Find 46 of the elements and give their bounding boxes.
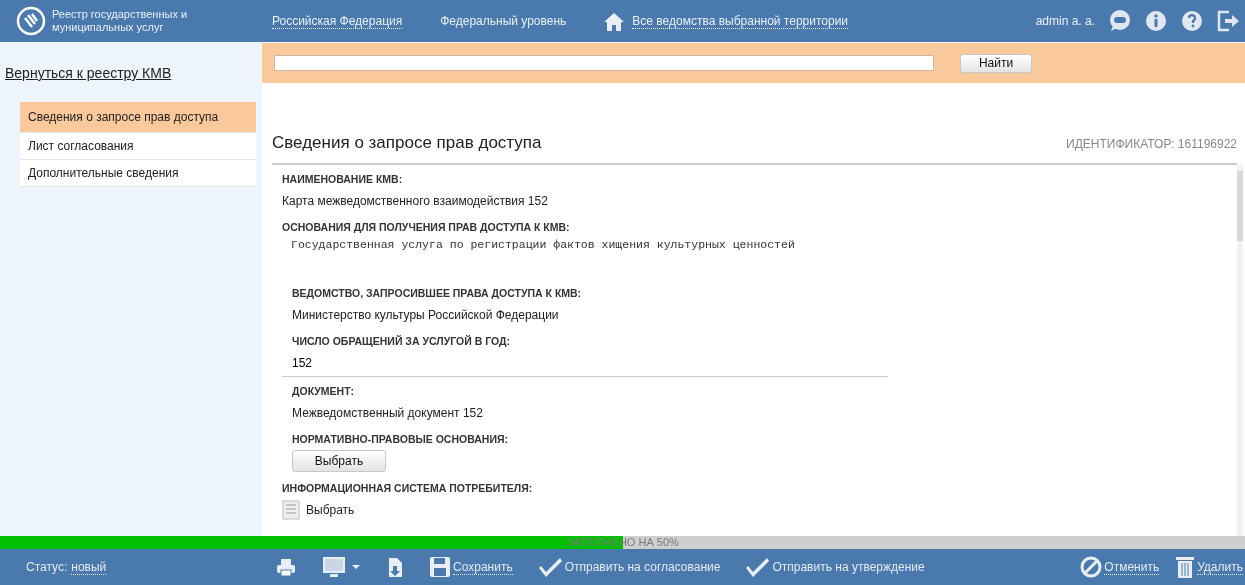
help-icon[interactable] [1181,10,1203,32]
field-label: ЧИСЛО ОБРАЩЕНИЙ ЗА УСЛУГОЙ В ГОД: [292,335,511,347]
cancel-icon [1080,556,1103,578]
checkmark-icon [746,556,771,578]
field-label: ОСНОВАНИЯ ДЛЯ ПОЛУЧЕНИЯ ПРАВ ДОСТУПА К КМВ: [282,221,571,233]
chat-icon[interactable] [1109,10,1131,32]
field-label: НАИМЕНОВАНИЕ КМВ: [282,173,404,185]
search-field[interactable] [274,55,934,71]
user-name: admin a. a. [1035,14,1095,28]
logout-icon[interactable] [1217,10,1239,32]
save-action[interactable]: Сохранить [453,559,513,575]
field-value: Государственная услуга по регистрации фактов хищения культурных ценностей [291,238,796,251]
status-label: Статус: [26,559,68,575]
cancel-action[interactable]: Отменить [1104,559,1160,575]
send-action[interactable]: Отправить на согласование [564,560,721,574]
field-value: Карта межведомственного взаимодействия 152 [282,194,549,208]
field-value: Межведомственный документ 152 [292,406,484,420]
printer-icon[interactable] [276,557,296,577]
field-label: ВЕДОМСТВО, ЗАПРОСИВШЕЕ ПРАВА ДОСТУПА К КМВ: [292,287,583,299]
info-icon[interactable] [1145,10,1167,32]
sidebar-item[interactable]: Дополнительные сведения [20,160,256,187]
field-value: Министерство культуры Российской Федерации [292,308,560,322]
app-title: Реестр государственных и муниципальных услуг [52,8,189,34]
field-label: ИНФОРМАЦИОННАЯ СИСТЕМА ПОТРЕБИТЕЛЯ: [282,482,534,494]
search-button[interactable]: Найти [960,53,1032,73]
field-label: ДОКУМЕНТ: [292,385,355,397]
delete-action[interactable]: Удалить [1197,559,1243,575]
section-title: Сведения о запросе прав доступа [272,133,542,153]
checkmark-icon [538,556,563,578]
identifier-label: ИДЕНТИФИКАТОР: 161196922 [1066,137,1237,151]
field-label: НОРМАТИВНО-ПРАВОВЫЕ ОСНОВАНИЯ: [292,433,509,445]
region-link[interactable]: Российская Федерация [272,13,403,29]
scrollbar[interactable] [1237,165,1243,536]
save-icon [429,556,451,578]
send-action[interactable]: Отправить на утверждение [772,560,925,574]
file-download-icon[interactable] [388,556,403,578]
select-link[interactable]: Выбрать [306,503,355,517]
select-button[interactable]: Выбрать [292,450,386,472]
status-link[interactable]: новый [71,559,107,575]
trash-icon [1175,556,1196,578]
agencies-link[interactable]: Все ведомства выбранной территории [632,13,849,29]
level-label: Федеральный уровень [440,14,567,28]
house-icon [604,11,625,31]
monitor-icon[interactable] [322,556,362,578]
sidebar-item[interactable]: Лист согласования [20,133,256,160]
sidebar-item[interactable]: Сведения о запросе прав доступа [20,102,256,133]
